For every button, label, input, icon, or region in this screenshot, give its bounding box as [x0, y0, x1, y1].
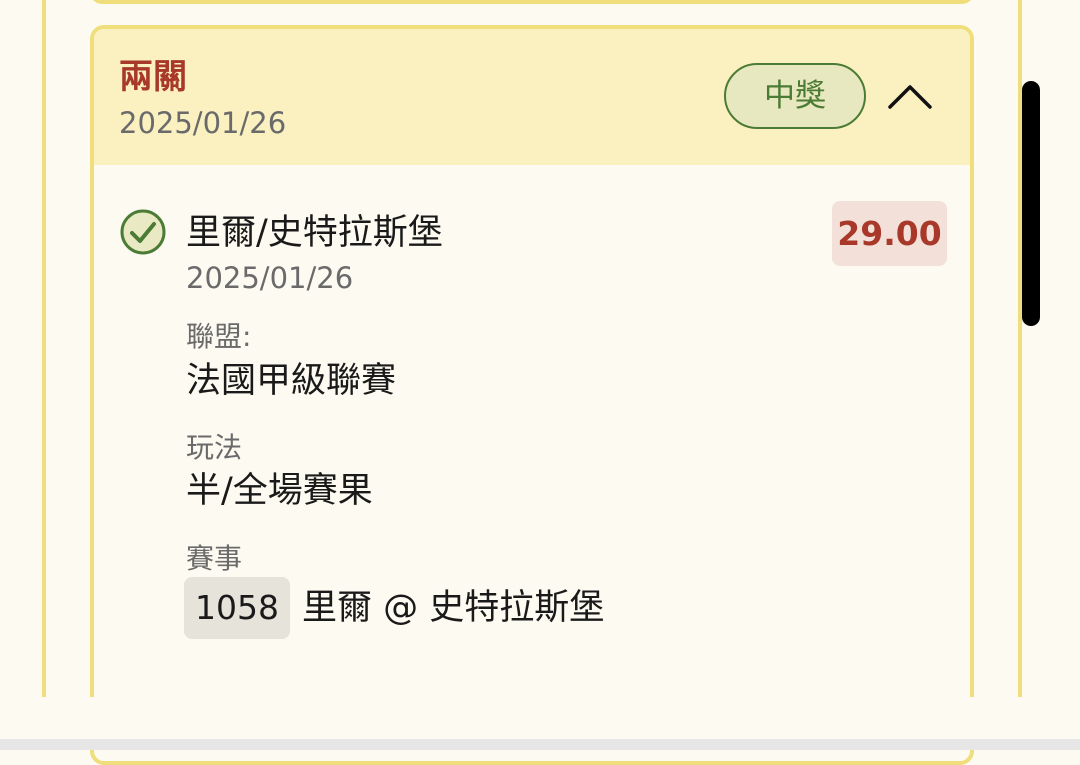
previous-bet-card: [90, 0, 974, 4]
check-circle-icon: [119, 208, 167, 256]
status-badge: 中獎: [724, 63, 866, 129]
bottom-bar: [0, 697, 1080, 739]
bet-card-header[interactable]: 兩關 2025/01/26 中獎: [94, 29, 970, 165]
bet-card: 兩關 2025/01/26 中獎 里爾/史特拉斯堡 2025/01/26 29.…: [90, 25, 974, 765]
bet-date: 2025/01/26: [119, 106, 287, 140]
league-value: 法國甲級聯賽: [186, 361, 397, 401]
odds-badge: 29.00: [832, 201, 947, 266]
match-label: 賽事: [186, 542, 243, 575]
chevron-up-icon[interactable]: [886, 73, 934, 117]
match-number-badge: 1058: [184, 577, 290, 639]
selection-name: 里爾/史特拉斯堡: [186, 213, 443, 253]
scrollbar-thumb[interactable]: [1022, 81, 1040, 326]
bet-type-label: 玩法: [186, 431, 243, 464]
league-label: 聯盟:: [186, 320, 252, 353]
selection-date: 2025/01/26: [186, 261, 354, 295]
bet-type-value: 半/全場賽果: [186, 471, 373, 511]
bet-type-title: 兩關: [119, 57, 187, 97]
match-name: 里爾 @ 史特拉斯堡: [302, 588, 605, 628]
bottom-divider: [0, 739, 1080, 750]
